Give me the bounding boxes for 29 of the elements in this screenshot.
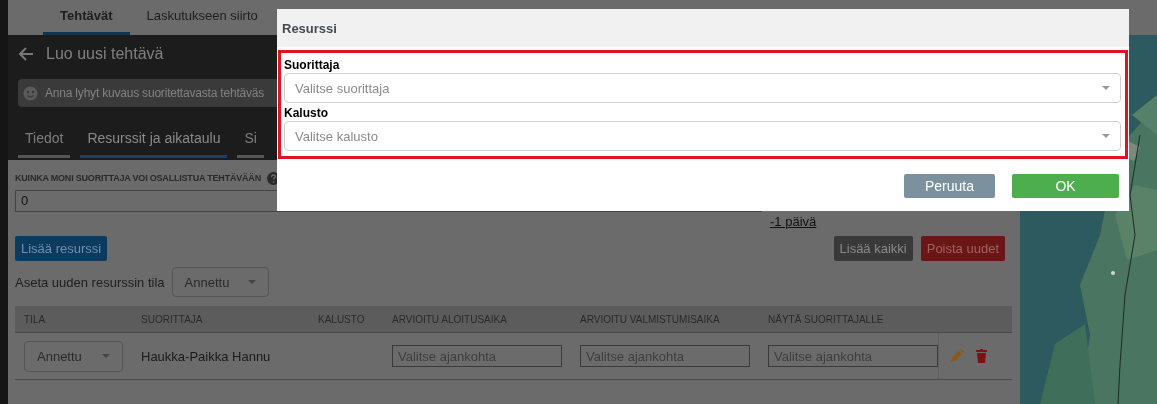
- field-label: KUINKA MONI SUORITTAJA VOI OSALLISTUA TEHTÄVÄÄN: [15, 173, 261, 183]
- table-cell: Haukka-Paikka Hannu: [141, 348, 271, 364]
- caret-icon: [247, 280, 256, 284]
- caret-icon: [102, 354, 110, 358]
- add-all-button[interactable]: Lisää kaikki: [833, 235, 913, 261]
- dialog-title: Resurssi: [277, 9, 1129, 47]
- field-label: Kalusto: [284, 105, 329, 121]
- remove-new-button[interactable]: Poista uudet: [920, 235, 1005, 261]
- page-title: Luo uusi tehtävä: [46, 45, 164, 63]
- ok-button[interactable]: OK: [1012, 174, 1119, 198]
- cancel-button[interactable]: Peruuta: [904, 174, 995, 198]
- select-field[interactable]: Valitse suorittaja: [284, 73, 1121, 103]
- add-resource-button[interactable]: Lisää resurssi: [15, 235, 108, 261]
- section-tab[interactable]: Resurssit ja aikataulu: [80, 123, 228, 158]
- select-field[interactable]: Valitse kalusto: [284, 121, 1121, 151]
- section-tab[interactable]: Tiedot: [18, 123, 71, 158]
- emoji-icon: [23, 85, 39, 101]
- trash-icon: [976, 349, 987, 363]
- field-label: Aseta uuden resurssin tila: [15, 274, 165, 290]
- state-dropdown[interactable]: Annettu: [24, 340, 123, 372]
- nav-tab[interactable]: Laskutukseen siirto: [129, 0, 275, 35]
- caret-icon: [1102, 134, 1110, 138]
- caret-icon: [1102, 86, 1110, 90]
- day-link[interactable]: -1 päivä: [770, 214, 817, 229]
- field-label: Suorittaja: [284, 57, 341, 73]
- back-arrow-icon: [18, 46, 34, 62]
- state-dropdown[interactable]: Annettu: [171, 267, 269, 297]
- section-tab[interactable]: Si: [237, 123, 264, 158]
- pencil-icon: [950, 349, 964, 363]
